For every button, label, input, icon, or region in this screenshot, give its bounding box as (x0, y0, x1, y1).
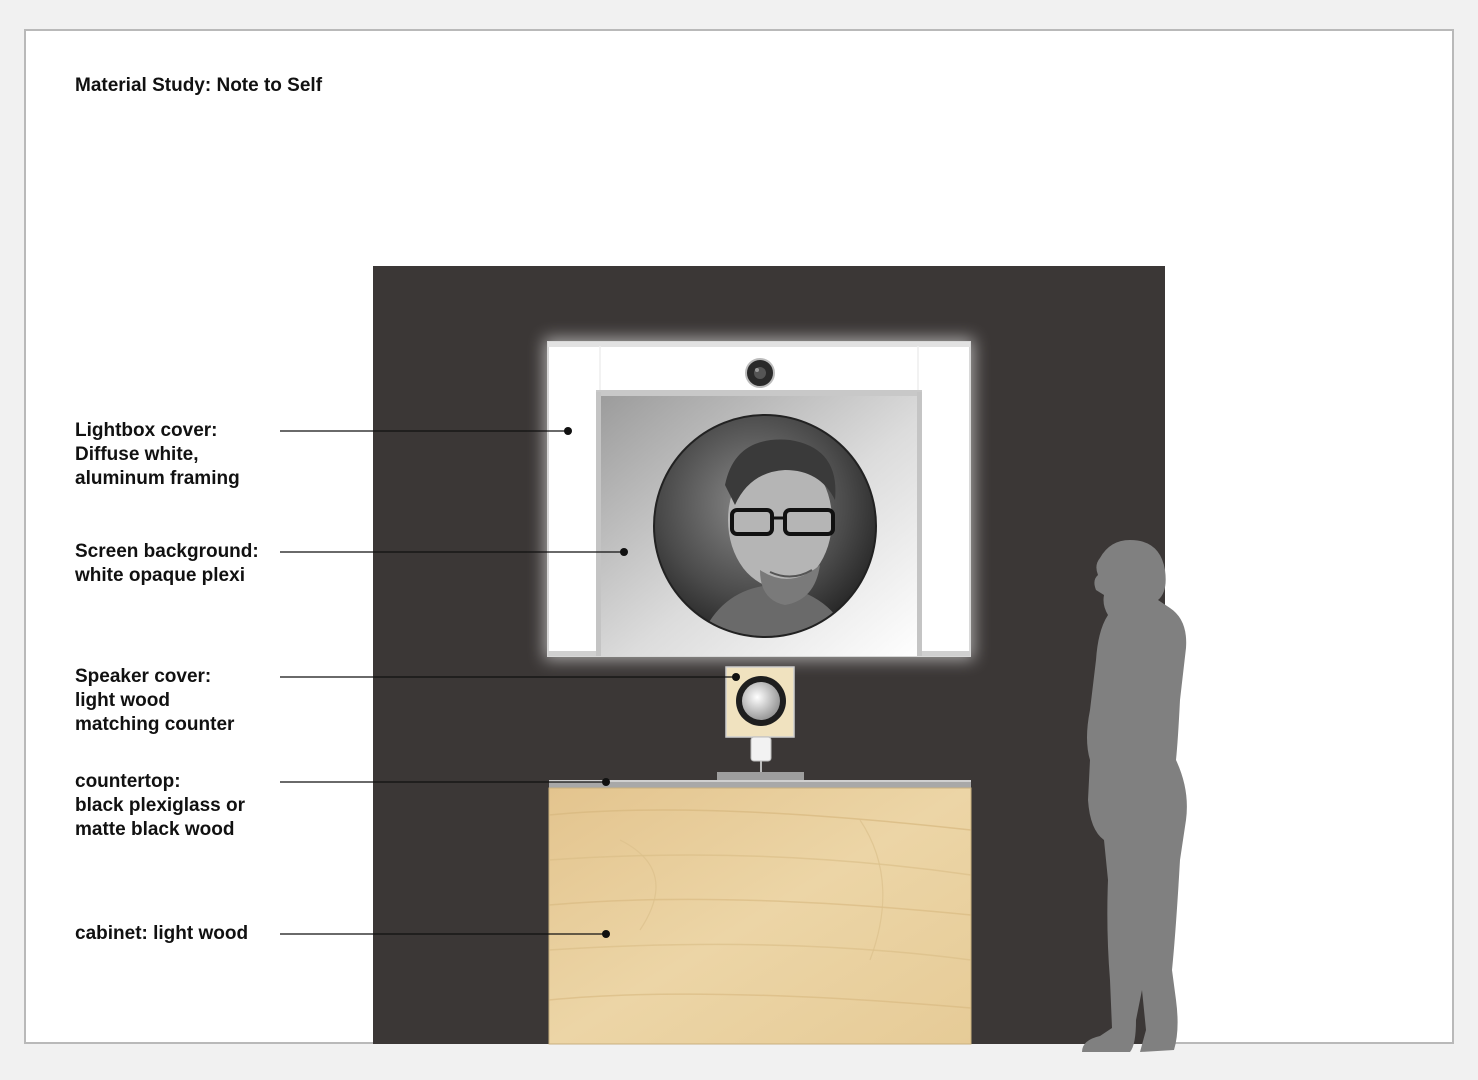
callout-line: matte black wood (75, 819, 235, 840)
page-title: Material Study: Note to Self (75, 75, 323, 96)
callout-line: aluminum framing (75, 468, 240, 489)
callout-line: matching counter (75, 714, 235, 735)
callout-line: Lightbox cover: (75, 420, 218, 441)
callout-line: Screen background: (75, 541, 259, 562)
callout-line: cabinet: light wood (75, 923, 249, 944)
callout-line: black plexiglass or (75, 795, 246, 816)
portrait-circle (653, 414, 877, 638)
callout-speaker-cover: Speaker cover: light wood matching count… (75, 665, 234, 737)
callout-line: Diffuse white, (75, 444, 199, 465)
callout-line: light wood (75, 690, 170, 711)
callout-line: white opaque plexi (75, 565, 245, 586)
callout-line: Speaker cover: (75, 666, 212, 687)
callout-countertop: countertop: black plexiglass or matte bl… (75, 770, 245, 842)
callout-line: countertop: (75, 771, 181, 792)
callout-cabinet: cabinet: light wood (75, 922, 248, 946)
callout-screen-background: Screen background: white opaque plexi (75, 540, 259, 588)
callout-lightbox-cover: Lightbox cover: Diffuse white, aluminum … (75, 419, 240, 491)
cabinet (548, 787, 972, 1045)
